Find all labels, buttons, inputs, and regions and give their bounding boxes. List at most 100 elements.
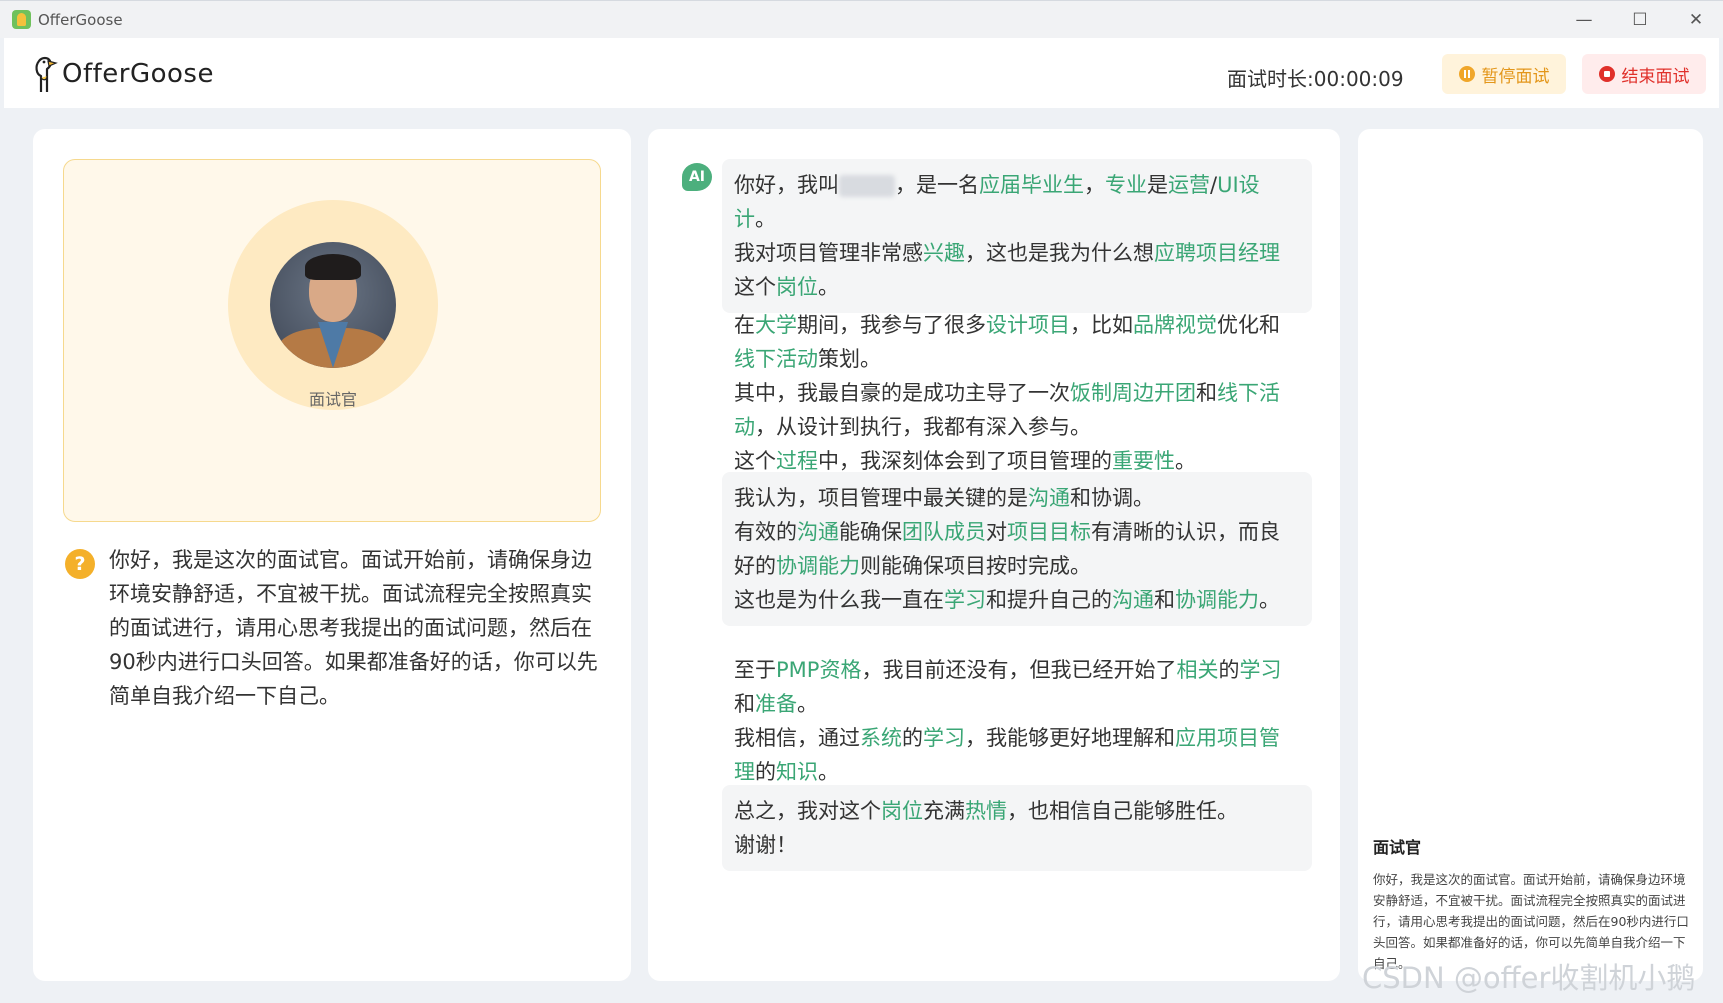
keyword-highlight: 学习 [923, 726, 965, 750]
keyword-highlight: 项目目标 [1007, 520, 1091, 544]
message-text: 。 [818, 760, 839, 784]
keyword-highlight: 学习 [1239, 658, 1282, 682]
transcript-message-5: 总之，我对这个岗位充满热情，也相信自己能够胜任。 谢谢！ [722, 785, 1312, 871]
window-title: OfferGoose [38, 11, 123, 29]
message-text: 我对项目管理非常感 [734, 241, 923, 265]
maximize-button[interactable]: ☐ [1617, 5, 1663, 35]
message-text: 。 [1259, 588, 1280, 612]
interviewer-question: 你好，我是这次的面试官。面试开始前，请确保身边环境安静舒适，不宜被干扰。面试流程… [109, 548, 598, 708]
stop-icon [1598, 66, 1615, 82]
message-text: 我认为，项目管理中最关键的是 [734, 486, 1028, 510]
end-interview-button[interactable]: 结束面试 [1582, 54, 1706, 94]
watermark: CSDN @offer收割机小鹅 [1362, 961, 1696, 995]
keyword-highlight: 相关 [1176, 658, 1219, 682]
message-text: 。 [1175, 449, 1196, 473]
keyword-highlight: 沟通 [1112, 588, 1154, 612]
message-text: 这个 [734, 275, 776, 299]
timer-value: 00:00:09 [1313, 67, 1404, 91]
message-text: 这个 [734, 449, 776, 473]
pause-interview-button[interactable]: 暂停面试 [1442, 54, 1566, 94]
message-text: 你好，我叫 [734, 173, 839, 197]
interviewer-panel: 面试官 ? 你好，我是这次的面试官。面试开始前，请确保身边环境安静舒适，不宜被干… [33, 129, 631, 981]
message-text: 总之，我对这个 [734, 799, 881, 823]
message-text: ，从设计到执行，我都有深入参与。 [755, 415, 1091, 439]
message-text: ， [1084, 173, 1105, 197]
redacted-name [839, 175, 895, 197]
keyword-highlight: 学习 [944, 588, 986, 612]
message-text: 至于 [734, 658, 776, 682]
side-panel: 面试官 你好，我是这次的面试官。面试开始前，请确保身边环境安静舒适，不宜被干扰。… [1358, 129, 1703, 981]
message-text: 和 [734, 692, 755, 716]
keyword-highlight: 热情 [965, 799, 1007, 823]
message-text: 是 [1147, 173, 1168, 197]
keyword-highlight: 饭制周边开团 [1070, 381, 1196, 405]
keyword-highlight: 运营 [1168, 173, 1210, 197]
message-text: 对 [986, 520, 1007, 544]
answer-transcript-panel: AI 你好，我叫 ，是一名应届毕业生，专业是运营/UI设计。 我对项目管理非常感兴趣… [648, 129, 1340, 981]
transcript-message-1: 你好，我叫 ，是一名应届毕业生，专业是运营/UI设计。 我对项目管理非常感兴趣，这也… [722, 159, 1312, 313]
interviewer-label: 面试官 [308, 390, 357, 409]
message-text: 期间，我参与了很多 [797, 313, 986, 337]
keyword-highlight: 协调能力 [776, 554, 860, 578]
message-text: ，我能够更好地理解和 [965, 726, 1175, 750]
message-text: 在 [734, 313, 755, 337]
message-text: 策划。 [818, 347, 881, 371]
message-text: 优化和 [1217, 313, 1280, 337]
keyword-highlight: 团队成员 [902, 520, 986, 544]
keyword-highlight: 岗位 [881, 799, 923, 823]
message-text: 其中，我最自豪的是成功主导了一次 [734, 381, 1070, 405]
message-text: ，也相信自己能够胜任。 [1007, 799, 1238, 823]
keyword-highlight: 沟通 [1028, 486, 1070, 510]
question-icon: ? [65, 549, 95, 579]
end-label: 结束面试 [1621, 66, 1690, 87]
logo: OfferGoose [32, 52, 214, 96]
window-titlebar: OfferGoose — ☐ ✕ [0, 0, 1723, 38]
message-text: 中，我深刻体会到了项目管理的 [818, 449, 1112, 473]
transcript-message-3: 我认为，项目管理中最关键的是沟通和协调。 有效的沟通能确保团队成员对项目目标有清晰… [722, 472, 1312, 626]
message-text: 。 [797, 692, 818, 716]
message-text: 和提升自己的 [986, 588, 1112, 612]
ai-badge-icon: AI [682, 163, 712, 191]
keyword-highlight: 系统 [860, 726, 902, 750]
message-text: 充满 [923, 799, 965, 823]
keyword-highlight: 重要性 [1112, 449, 1175, 473]
app-header: OfferGoose 面试时长:00:00:09 暂停面试 结束面试 [4, 38, 1719, 108]
message-text: 的 [1218, 658, 1240, 682]
message-text: 我相信，通过 [734, 726, 860, 750]
message-text: 则能确保项目按时完成。 [860, 554, 1091, 578]
keyword-highlight: PMP资格 [776, 658, 862, 682]
keyword-highlight: 知识 [776, 760, 818, 784]
minimize-button[interactable]: — [1561, 5, 1607, 35]
interview-timer: 面试时长:00:00:09 [1227, 63, 1404, 92]
keyword-highlight: 准备 [755, 692, 797, 716]
message-text: 。 [755, 207, 776, 231]
logo-text: OfferGoose [62, 59, 214, 89]
keyword-highlight: 沟通 [797, 520, 839, 544]
interviewer-avatar [270, 242, 396, 368]
message-text: 的 [755, 760, 776, 784]
keyword-highlight: 应届毕业生 [979, 173, 1084, 197]
message-text: 能确保 [839, 520, 902, 544]
message-text: ，比如 [1070, 313, 1133, 337]
keyword-highlight: 过程 [776, 449, 818, 473]
keyword-highlight: 岗位 [776, 275, 818, 299]
transcript-message-4: 至于PMP资格，我目前还没有，但我已经开始了相关的学习和准备。 我相信，通过系统的… [722, 644, 1312, 798]
goose-logo-icon [35, 56, 58, 92]
keyword-highlight: 设计项目 [986, 313, 1070, 337]
message-text: ，是一名 [895, 173, 979, 197]
pause-icon [1458, 66, 1475, 82]
keyword-highlight: 兴趣 [923, 241, 965, 265]
pause-label: 暂停面试 [1481, 66, 1550, 87]
message-text: ，这也是我为什么想 [965, 241, 1154, 265]
message-text: 有效的 [734, 520, 797, 544]
side-interviewer-title: 面试官 [1373, 838, 1422, 857]
message-text: 的 [902, 726, 923, 750]
keyword-highlight: 协调能力 [1175, 588, 1259, 612]
timer-label: 面试时长: [1227, 67, 1314, 91]
app-logo-icon [12, 10, 31, 29]
transcript-message-2: 在大学期间，我参与了很多设计项目，比如品牌视觉优化和线下活动策划。 其中，我最自豪… [722, 299, 1312, 487]
message-text: 和 [1154, 588, 1175, 612]
message-text: 这也是为什么我一直在 [734, 588, 944, 612]
close-button[interactable]: ✕ [1673, 5, 1719, 35]
message-text: ，我目前还没有，但我已经开始了 [861, 658, 1177, 682]
